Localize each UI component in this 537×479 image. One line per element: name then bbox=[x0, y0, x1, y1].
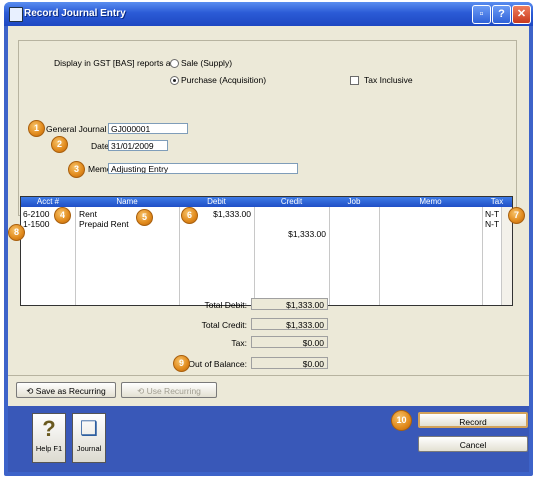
col-debit-header[interactable]: Debit bbox=[179, 197, 254, 207]
journal-label: Journal bbox=[76, 444, 102, 453]
tax-inclusive-checkbox[interactable] bbox=[350, 76, 359, 85]
recurring-icon: ⟲ bbox=[26, 386, 36, 396]
total-debit-value: $1,333.00 bbox=[251, 298, 328, 310]
callout-9: 9 bbox=[173, 355, 190, 372]
record-button[interactable]: Record bbox=[418, 412, 528, 428]
cancel-button[interactable]: Cancel bbox=[418, 436, 528, 452]
journal-window: Record Journal Entry ▫ ? ✕ Display in GS… bbox=[4, 2, 533, 476]
title-bar[interactable]: Record Journal Entry ▫ ? ✕ bbox=[4, 2, 533, 26]
total-credit-label: Total Credit: bbox=[201, 320, 247, 330]
journal-button[interactable]: ❑ Journal bbox=[72, 413, 106, 463]
col-credit-header[interactable]: Credit bbox=[254, 197, 329, 207]
callout-5: 5 bbox=[136, 209, 153, 226]
gst-display-label: Display in GST [BAS] reports as: bbox=[54, 58, 178, 68]
sale-radio-label[interactable]: Sale (Supply) bbox=[181, 58, 232, 68]
help-button[interactable]: ? Help F1 bbox=[32, 413, 66, 463]
help-label: Help F1 bbox=[35, 444, 63, 453]
app-icon bbox=[9, 7, 23, 22]
purchase-radio-label[interactable]: Purchase (Acquisition) bbox=[181, 75, 266, 85]
col-divider bbox=[254, 207, 255, 305]
tax-value: $0.00 bbox=[251, 336, 328, 348]
use-recurring-label: Use Recurring bbox=[146, 386, 201, 396]
callout-8: 8 bbox=[8, 224, 25, 241]
close-button[interactable]: ✕ bbox=[512, 5, 531, 24]
col-name-header[interactable]: Name bbox=[75, 197, 179, 207]
col-divider bbox=[329, 207, 330, 305]
col-memo-header[interactable]: Memo bbox=[379, 197, 482, 207]
col-job-header[interactable]: Job bbox=[329, 197, 379, 207]
out-of-balance-value: $0.00 bbox=[251, 357, 328, 369]
col-acct-header[interactable]: Acct # bbox=[21, 197, 75, 207]
tax-label[interactable]: Tax: bbox=[231, 338, 247, 348]
callout-1: 1 bbox=[28, 120, 45, 137]
journal-icon: ❑ bbox=[80, 418, 98, 440]
use-recurring-button[interactable]: ⟲ Use Recurring bbox=[121, 382, 217, 398]
out-of-balance-label: Out of Balance: bbox=[188, 359, 247, 369]
help-title-button[interactable]: ? bbox=[492, 5, 511, 24]
total-debit-label: Total Debit: bbox=[204, 300, 247, 310]
sale-radio[interactable] bbox=[170, 59, 179, 68]
row-credit[interactable]: $1,333.00 bbox=[256, 229, 326, 239]
callout-6: 6 bbox=[181, 207, 198, 224]
divider bbox=[8, 375, 529, 376]
col-divider bbox=[75, 207, 76, 305]
journal-lines-grid[interactable]: Acct # Name Debit Credit Job Memo Tax 6-… bbox=[20, 196, 513, 306]
col-divider bbox=[482, 207, 483, 305]
row-acct[interactable]: 1-1500 bbox=[23, 219, 49, 229]
row-name[interactable]: Prepaid Rent bbox=[79, 219, 129, 229]
purchase-radio[interactable] bbox=[170, 76, 179, 85]
callout-10: 10 bbox=[391, 410, 412, 431]
row-name[interactable]: Rent bbox=[79, 209, 97, 219]
total-credit-value: $1,333.00 bbox=[251, 318, 328, 330]
callout-2: 2 bbox=[51, 136, 68, 153]
window-body: Display in GST [BAS] reports as: Sale (S… bbox=[8, 26, 529, 472]
bottom-toolbar: ? Help F1 ❑ Journal 10 Record Cancel bbox=[8, 406, 529, 472]
date-field[interactable]: 31/01/2009 bbox=[108, 140, 168, 151]
recurring-icon: ⟲ bbox=[137, 386, 147, 396]
window-title: Record Journal Entry bbox=[24, 8, 126, 19]
callout-4: 4 bbox=[54, 207, 71, 224]
save-as-recurring-button[interactable]: ⟲ Save as Recurring bbox=[16, 382, 116, 398]
row-acct[interactable]: 6-2100 bbox=[23, 209, 49, 219]
row-tax[interactable]: N-T bbox=[485, 219, 499, 229]
callout-7: 7 bbox=[508, 207, 525, 224]
row-tax[interactable]: N-T bbox=[485, 209, 499, 219]
minimize-button[interactable]: ▫ bbox=[472, 5, 491, 24]
col-divider bbox=[379, 207, 380, 305]
memo-field[interactable]: Adjusting Entry bbox=[108, 163, 298, 174]
journal-number-field[interactable]: GJ000001 bbox=[108, 123, 188, 134]
grid-header: Acct # Name Debit Credit Job Memo Tax bbox=[21, 197, 512, 207]
callout-3: 3 bbox=[68, 161, 85, 178]
journal-number-label: General Journal #: bbox=[46, 124, 116, 134]
col-divider bbox=[179, 207, 180, 305]
col-tax-header[interactable]: Tax bbox=[482, 197, 512, 207]
tax-inclusive-label[interactable]: Tax Inclusive bbox=[364, 75, 413, 85]
save-as-recurring-label: Save as Recurring bbox=[35, 386, 106, 396]
question-icon: ? bbox=[42, 416, 56, 441]
